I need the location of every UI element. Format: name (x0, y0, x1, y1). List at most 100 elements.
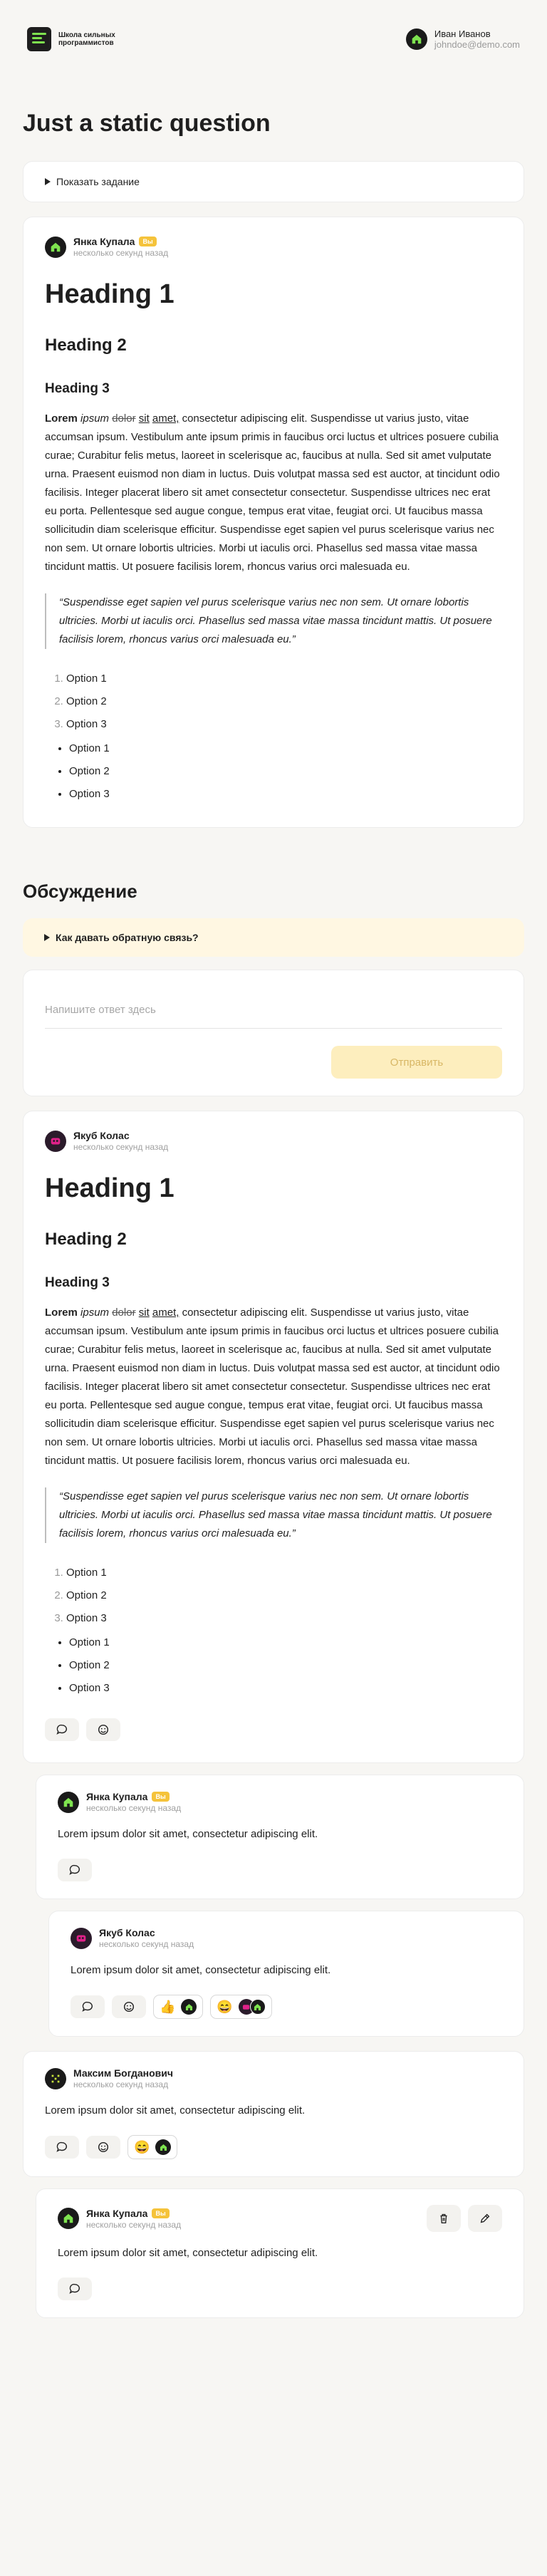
ordered-list: Option 1 Option 2 Option 3 (45, 668, 502, 736)
logo-text: Школа сильных программистов (58, 31, 115, 47)
post-time: несколько секунд назад (86, 1803, 182, 1813)
list-item: Option 1 (69, 737, 502, 760)
comment-actions: 👍 😄 (71, 1995, 502, 2019)
list-item: Option 3 (66, 713, 502, 736)
reply-button[interactable] (45, 2136, 79, 2159)
avatar (58, 2208, 79, 2229)
howto-toggle[interactable]: Как давать обратную связь? (23, 918, 524, 957)
top-bar: Школа сильных программистов Иван Иванов … (0, 0, 547, 78)
chat-bubble-icon (69, 1864, 80, 1875)
post-author: Максим Богданович несколько секунд назад (45, 2067, 502, 2089)
comment: Янка Купала Вы несколько секунд назад Lor… (36, 2188, 524, 2318)
post-time: несколько секунд назад (73, 248, 169, 258)
send-button[interactable]: Отправить (331, 1046, 502, 1079)
heading-2: Heading 2 (45, 336, 127, 355)
comment-actions (58, 1859, 502, 1881)
smiley-icon (98, 2141, 109, 2153)
post-time: несколько секунд назад (73, 1142, 169, 1152)
post-author: Янка Купала Вы несколько секунд назад (58, 1791, 502, 1813)
user-menu[interactable]: Иван Иванов johndoe@demo.com (405, 28, 520, 50)
delete-button[interactable] (427, 2205, 461, 2232)
grin-icon: 😄 (134, 2140, 150, 2154)
avatar (45, 1130, 66, 1152)
app: Школа сильных программистов Иван Иванов … (0, 0, 547, 2576)
heading-1: Heading 1 (45, 1173, 174, 1203)
logo[interactable]: Школа сильных программистов (27, 27, 123, 51)
reaction-thumbs-up[interactable]: 👍 (153, 1995, 204, 2019)
discussion-title: Обсуждение (23, 881, 137, 902)
comment-actions (45, 1718, 502, 1741)
author-name: Максим Богданович (73, 2067, 174, 2079)
list-item: Option 1 (66, 1562, 502, 1584)
avatar (45, 2067, 66, 2089)
heading-2: Heading 2 (45, 1230, 127, 1249)
smiley-icon (98, 1724, 109, 1735)
avatar (405, 28, 427, 50)
chat-bubble-icon (69, 2283, 80, 2294)
bullet-list: Option 1 Option 2 Option 3 (45, 737, 502, 806)
comment-actions: 😄 (45, 2135, 502, 2159)
paragraph: Lorem ipsum dolor sit amet, consectetur … (45, 1307, 500, 1467)
show-task-toggle[interactable]: Показать задание (23, 161, 524, 202)
reply-button[interactable] (45, 1718, 79, 1741)
reply-button[interactable] (71, 1995, 105, 2018)
comment: Янка Купала Вы несколько секунд назад Lor… (36, 1775, 524, 1899)
show-task-label: Показать задание (56, 176, 140, 187)
logo-icon (27, 27, 51, 51)
post-author: Янка Купала Вы несколько секунд назад (58, 2205, 502, 2232)
list-item: Option 1 (66, 668, 502, 690)
post-author: Якуб Колас несколько секунд назад (45, 1130, 502, 1152)
avatar (71, 1927, 92, 1949)
list-item: Option 2 (69, 760, 502, 783)
post-time: несколько секунд назад (73, 2079, 169, 2089)
pencil-icon (480, 2213, 490, 2223)
edit-button[interactable] (468, 2205, 502, 2232)
heading-3: Heading 3 (45, 1275, 110, 1290)
smiley-icon (123, 2001, 135, 2012)
chat-bubble-icon (82, 2001, 93, 2012)
reaction-grin[interactable]: 😄 (127, 2135, 178, 2159)
comment-text: Lorem ipsum dolor sit amet, consectetur … (58, 1828, 318, 1840)
comment-text: Lorem ipsum dolor sit amet, consectetur … (45, 2104, 306, 2117)
chat-bubble-icon (56, 2141, 68, 2152)
add-reaction-button[interactable] (112, 1995, 146, 2018)
list-item: Option 2 (66, 690, 502, 713)
paragraph: Lorem ipsum dolor sit amet, consectetur … (45, 412, 500, 573)
chat-bubble-icon (56, 1724, 68, 1735)
reply-button[interactable] (58, 2278, 92, 2300)
ordered-list: Option 1 Option 2 Option 3 (45, 1562, 502, 1630)
comment-text: Lorem ipsum dolor sit amet, consectetur … (58, 2247, 318, 2259)
list-item: Option 3 (69, 783, 502, 806)
blockquote: “Suspendisse eget sapien vel purus scele… (45, 1487, 502, 1543)
post-author: Якуб Колас несколько секунд назад (71, 1927, 502, 1949)
list-item: Option 2 (69, 1654, 502, 1677)
thumbs-up-icon: 👍 (160, 2000, 176, 2014)
triangle-right-icon (45, 178, 51, 185)
list-item: Option 3 (69, 1677, 502, 1700)
list-item: Option 1 (69, 1631, 502, 1654)
trash-icon (440, 2213, 447, 2223)
bullet-list: Option 1 Option 2 Option 3 (45, 1631, 502, 1700)
comment: Якуб Колас несколько секунд назад Lorem … (48, 1911, 524, 2037)
user-email: johndoe@demo.com (434, 39, 520, 50)
avatar (249, 1999, 266, 2015)
reply-button[interactable] (58, 1859, 92, 1881)
reply-input[interactable] (45, 992, 502, 1029)
comment: Максим Богданович несколько секунд назад… (23, 2051, 524, 2177)
author-name: Янка Купала (86, 1791, 148, 1802)
reply-form: Отправить (23, 970, 524, 1096)
comment-text: Lorem ipsum dolor sit amet, consectetur … (71, 1964, 331, 1976)
grin-icon: 😄 (217, 2000, 233, 2014)
page-title: Just a static question (23, 110, 271, 137)
post-time: несколько секунд назад (86, 2219, 182, 2230)
blockquote: “Suspendisse eget sapien vel purus scele… (45, 593, 502, 649)
post-author: Янка Купала Вы несколько секунд назад (45, 236, 502, 258)
add-reaction-button[interactable] (86, 1718, 120, 1741)
reaction-grin[interactable]: 😄 (210, 1995, 272, 2019)
add-reaction-button[interactable] (86, 2136, 120, 2159)
you-badge: Вы (139, 237, 157, 246)
author-name: Янка Купала (86, 2207, 148, 2219)
howto-label: Как давать обратную связь? (56, 932, 199, 943)
avatar (45, 236, 66, 258)
author-name: Якуб Колас (99, 1927, 155, 1938)
